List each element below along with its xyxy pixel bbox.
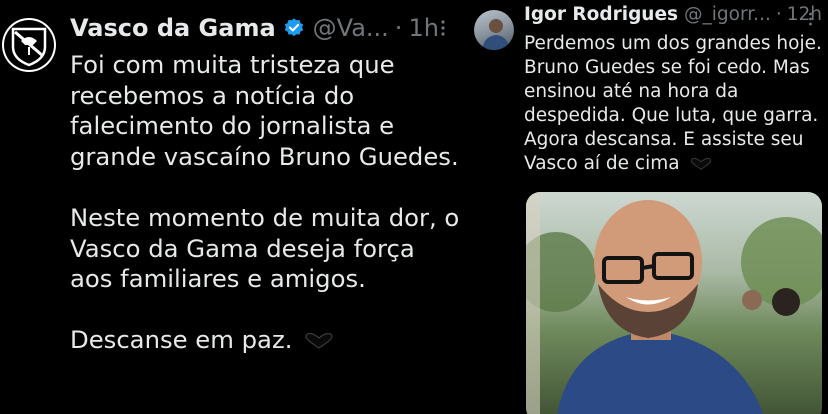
vasco-avatar[interactable] [2,18,56,72]
man-smiling-photo [526,192,822,414]
text-line-content: Vasco aí de cima [524,153,680,174]
text-line: falecimento do jornalista e [70,111,395,141]
paragraph-2: Neste momento de muita dor, o Vasco da G… [70,203,460,295]
text-line-content: Descanse em paz. [70,325,293,355]
user-avatar-icon [482,19,510,50]
black-heart-icon [690,157,711,170]
black-heart-icon [305,333,333,350]
igor-avatar[interactable] [474,10,514,50]
display-name[interactable]: Vasco da Gama [70,14,276,42]
text-line: Perdemos um dos grandes hoje. [524,33,822,54]
verified-badge-icon [284,18,303,37]
timestamp[interactable]: 1h [408,14,438,42]
tweet-header: Vasco da Gama @Va... · 1h [70,14,439,42]
text-line: recebemos a notícia do [70,80,355,110]
more-options-icon[interactable] [808,12,813,26]
text-line: Descanse em paz. [70,325,460,356]
more-options-icon[interactable] [440,20,446,36]
text-line: aos familiares e amigos. [70,264,366,294]
tweet-vasco[interactable]: Vasco da Gama @Va... · 1h Foi com muita … [0,0,468,414]
paragraph-1: Foi com muita tristeza que recebemos a n… [70,50,460,172]
text-line: despedida. Que luta, que garra. [524,105,819,126]
tweet-igor[interactable]: Igor Rodrigues @_igorr... · 12h Perdemos… [468,0,828,414]
timestamp[interactable]: 12h [787,4,822,25]
text-line: Neste momento de muita dor, o [70,202,460,232]
tweet-header: Igor Rodrigues @_igorr... · 12h [524,4,822,25]
separator-dot: · [394,14,403,42]
text-line: Foi com muita tristeza que [70,50,395,79]
paragraph-3: Descanse em paz. [70,325,460,356]
text-line: Bruno Guedes se foi cedo. Mas [524,57,810,78]
display-name[interactable]: Igor Rodrigues [524,4,678,25]
handle[interactable]: @Va... [313,14,389,42]
tweet-text: Perdemos um dos grandes hoje. Bruno Gued… [524,32,824,176]
text-line: Agora descansa. E assiste seu [524,129,804,150]
text-line: grande vascaíno Bruno Guedes. [70,141,459,171]
handle[interactable]: @_igorr... [684,4,771,25]
tweet-text: Foi com muita tristeza que recebemos a n… [70,50,460,387]
vasco-crest-icon [11,27,47,67]
text-line: ensinou até na hora da [524,81,739,102]
tweet-photo[interactable] [526,192,822,414]
text-line: Vasco da Gama deseja força [70,233,415,263]
separator-dot: · [775,4,782,25]
text-line: Vasco aí de cima [524,152,824,176]
